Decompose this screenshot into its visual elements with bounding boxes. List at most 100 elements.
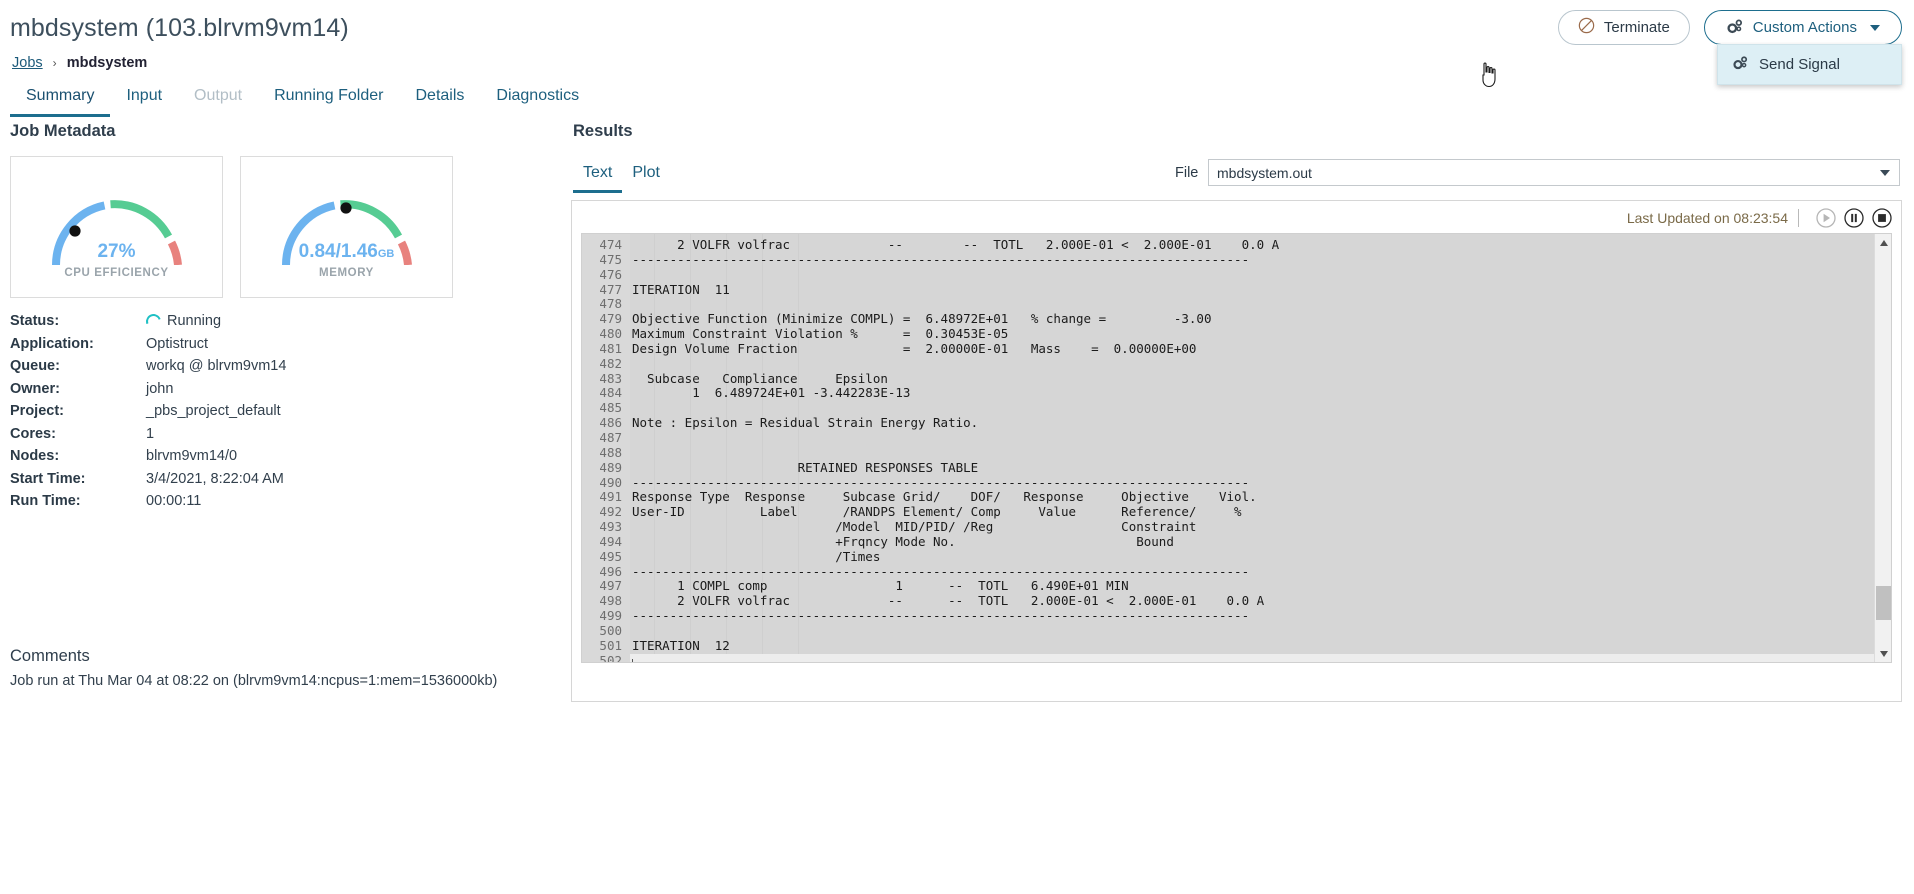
breadcrumb-separator: › (52, 56, 57, 70)
custom-actions-dropdown[interactable]: Send Signal (1717, 44, 1902, 85)
no-entry-icon (1578, 17, 1595, 38)
metadata-row-nodes: Nodes: blrvm9vm14/0 (10, 445, 460, 468)
cpu-efficiency-label: CPU EFFICIENCY (64, 267, 169, 279)
log-line: Design Volume Fraction = 2.00000E-01 Mas… (632, 340, 1197, 356)
metadata-key: Owner: (10, 380, 60, 397)
log-line: /Times (632, 548, 881, 564)
log-line-number: 481 (599, 340, 622, 356)
tab-running-folder[interactable]: Running Folder (258, 81, 399, 117)
memory-value: 0.84/1.46GB (241, 241, 452, 263)
log-line-number: 486 (599, 415, 622, 431)
tab-diagnostics[interactable]: Diagnostics (480, 81, 595, 117)
log-line (630, 653, 1891, 662)
tab-details[interactable]: Details (399, 81, 480, 117)
memory-label: MEMORY (319, 267, 374, 279)
metadata-value: _pbs_project_default (146, 403, 281, 420)
log-line-number: 474 (599, 237, 622, 252)
log-line: +Frqncy Mode No. Bound (632, 533, 1174, 549)
log-line: /Model MID/PID/ /Reg Constraint (632, 519, 1197, 535)
log-line: 1 COMPL comp 1 -- TOTL 6.490E+01 MIN (632, 578, 1129, 594)
breadcrumb-jobs-link[interactable]: Jobs (12, 55, 43, 71)
log-line: ITERATION 11 (632, 281, 730, 297)
scrollbar-thumb[interactable] (1876, 586, 1891, 620)
log-line-number: 488 (599, 444, 622, 460)
terminate-button-label: Terminate (1603, 19, 1670, 36)
log-line-number: 477 (599, 281, 622, 297)
metadata-key: Project: (10, 403, 64, 420)
spinner-icon (143, 311, 164, 332)
metadata-value: Running (143, 311, 222, 332)
breadcrumb: Jobs › mbdsystem (12, 55, 147, 71)
log-line-number: 484 (599, 385, 622, 401)
custom-actions-button[interactable]: Custom Actions (1703, 10, 1902, 45)
page-title: mbdsystem (103.blrvm9vm14) (10, 14, 349, 42)
log-line: Maximum Constraint Violation % = 0.30453… (632, 326, 1009, 342)
log-line: ITERATION 12 (632, 637, 730, 653)
toolbar-divider (1798, 209, 1799, 227)
results-tab-plot[interactable]: Plot (622, 160, 670, 193)
log-line: 2 VOLFR volfrac -- -- TOTL 2.000E-01 < 2… (632, 593, 1265, 609)
scroll-down-arrow-icon[interactable] (1875, 645, 1891, 662)
metadata-row-status: Status: Running (10, 310, 460, 333)
metadata-row-owner: Owner: john (10, 378, 460, 401)
log-vertical-scrollbar[interactable] (1874, 234, 1891, 662)
tab-input[interactable]: Input (110, 81, 178, 117)
metadata-row-cores: Cores: 1 (10, 423, 460, 446)
metadata-row-application: Application: Optistruct (10, 333, 460, 356)
log-line-number: 483 (599, 370, 622, 386)
dropdown-item-send-signal[interactable]: Send Signal (1718, 45, 1901, 84)
log-line: ----------------------------------------… (632, 608, 1250, 624)
gears-icon (1726, 18, 1744, 38)
job-metadata-heading: Job Metadata (10, 122, 116, 140)
log-line-number: 475 (599, 251, 622, 267)
gauge-card-cpu-efficiency: 27% CPU EFFICIENCY (10, 156, 223, 298)
breadcrumb-current: mbdsystem (66, 55, 148, 71)
log-line-number: 493 (599, 519, 622, 535)
memory-number: 0.84/1.46 (298, 241, 378, 262)
log-line: User-ID Label /RANDPS Element/ Comp Valu… (632, 504, 1242, 520)
log-line: ----------------------------------------… (632, 563, 1250, 579)
metadata-row-project: Project: _pbs_project_default (10, 400, 460, 423)
log-line: ----------------------------------------… (632, 251, 1250, 267)
status-text: Running (167, 313, 222, 330)
file-select[interactable]: mbdsystem.out (1208, 159, 1900, 186)
metadata-value: john (146, 380, 174, 397)
cpu-efficiency-value: 27% (11, 241, 222, 263)
play-icon[interactable] (1815, 207, 1837, 229)
tab-summary[interactable]: Summary (10, 81, 111, 117)
log-line-number: 491 (599, 489, 622, 505)
pause-icon[interactable] (1843, 207, 1865, 229)
terminate-button[interactable]: Terminate (1557, 10, 1690, 45)
log-content-area[interactable]: 2 VOLFR volfrac -- -- TOTL 2.000E-01 < 2… (630, 234, 1891, 662)
stop-icon[interactable] (1871, 207, 1893, 229)
log-line-number: 497 (599, 578, 622, 594)
tab-output: Output (194, 87, 243, 104)
metadata-value: blrvm9vm14/0 (146, 448, 238, 465)
log-line-number: 501 (599, 637, 622, 653)
log-line-number: 494 (599, 533, 622, 549)
log-line: 2 VOLFR volfrac -- -- TOTL 2.000E-01 < 2… (632, 237, 1280, 252)
text-caret (632, 658, 633, 662)
log-line: 1 6.489724E+01 -3.442283E-13 (632, 385, 911, 401)
file-select-value: mbdsystem.out (1217, 164, 1312, 181)
log-viewer[interactable]: 474 475 476 477 478 479 480 481 482 483 484 485 486 4… (581, 233, 1892, 663)
metadata-key: Start Time: (10, 470, 86, 487)
log-line-number: 489 (599, 459, 622, 475)
log-line-number: 487 (599, 429, 622, 445)
log-line: Subcase Compliance Epsilon (632, 370, 888, 386)
cpu-efficiency-number: 27% (97, 241, 136, 262)
main-tabs: Summary Input Output Running Folder Deta… (10, 81, 595, 117)
results-tab-text[interactable]: Text (573, 160, 623, 193)
comments-heading: Comments (10, 647, 90, 665)
log-line-number: 495 (599, 548, 622, 564)
scroll-up-arrow-icon[interactable] (1875, 234, 1891, 251)
job-detail-page: mbdsystem (103.blrvm9vm14) Jobs › mbdsys… (0, 0, 1914, 894)
log-line: RETAINED RESPONSES TABLE (632, 459, 979, 475)
results-heading: Results (573, 122, 633, 140)
job-metadata-list: Status: Running Application: Optistruct … (10, 310, 460, 513)
log-line: ----------------------------------------… (632, 474, 1250, 490)
metadata-row-run-time: Run Time: 00:00:11 (10, 490, 460, 513)
